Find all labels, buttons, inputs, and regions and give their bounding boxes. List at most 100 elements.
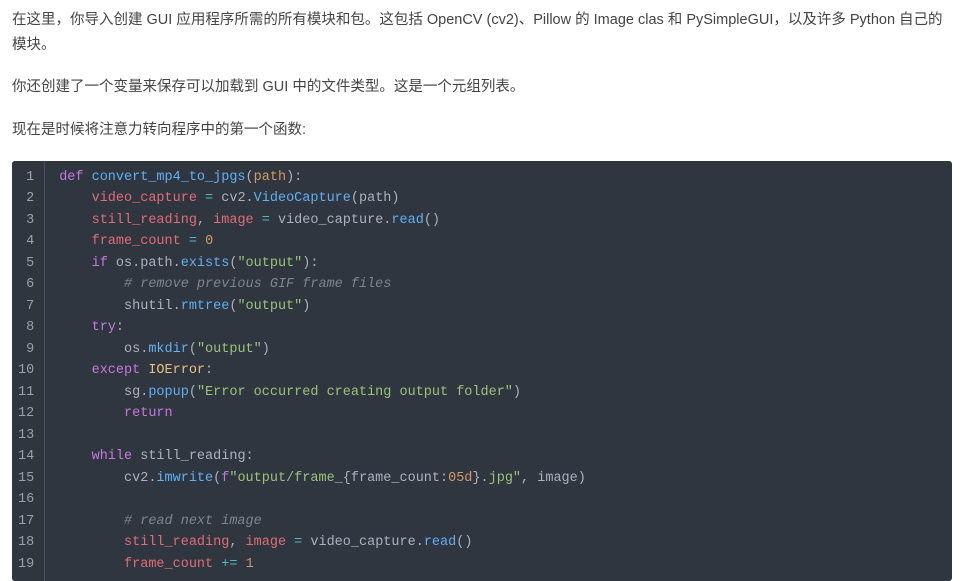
line-number: 5 — [18, 253, 34, 275]
token-num: 05d — [448, 471, 472, 486]
code-line: still_reading, image = video_capture.rea… — [59, 210, 938, 232]
code-line: frame_count = 0 — [59, 231, 938, 253]
token-op: = — [189, 234, 197, 249]
code-line — [59, 425, 938, 447]
token-str: "output" — [197, 342, 262, 357]
token-ident: video_capture — [92, 191, 197, 206]
line-number: 3 — [18, 210, 34, 232]
token-plain — [197, 191, 205, 206]
token-plain — [254, 213, 262, 228]
token-plain: () — [424, 213, 440, 228]
code-line: # read next image — [59, 511, 938, 533]
token-plain: ) — [513, 385, 521, 400]
line-number: 9 — [18, 339, 34, 361]
token-member: rmtree — [181, 299, 230, 314]
token-num: 0 — [205, 234, 213, 249]
token-plain: sg. — [124, 385, 148, 400]
token-str: "output" — [237, 299, 302, 314]
line-number: 4 — [18, 231, 34, 253]
token-plain: ( — [189, 342, 197, 357]
token-plain — [181, 234, 189, 249]
code-body[interactable]: def convert_mp4_to_jpgs(path): video_cap… — [45, 161, 952, 581]
line-number: 17 — [18, 511, 34, 533]
token-ident: frame_count — [124, 557, 213, 572]
code-line: while still_reading: — [59, 446, 938, 468]
token-plain: os.path. — [108, 256, 181, 271]
code-line: if os.path.exists("output"): — [59, 253, 938, 275]
token-comment: # remove previous GIF frame files — [124, 277, 391, 292]
token-member: read — [424, 535, 456, 550]
line-number: 13 — [18, 425, 34, 447]
token-member: VideoCapture — [254, 191, 351, 206]
token-plain — [237, 557, 245, 572]
token-num: 1 — [246, 557, 254, 572]
line-number: 18 — [18, 532, 34, 554]
token-comment: # read next image — [124, 514, 262, 529]
token-ident: image — [213, 213, 254, 228]
code-line: os.mkdir("output") — [59, 339, 938, 361]
token-plain: : — [205, 363, 213, 378]
token-str: .jpg" — [481, 471, 522, 486]
token-kw: return — [124, 406, 173, 421]
token-plain: , image) — [521, 471, 586, 486]
token-param: path — [254, 170, 286, 185]
token-plain: {frame_count: — [343, 471, 448, 486]
token-member: popup — [148, 385, 189, 400]
line-number: 1 — [18, 167, 34, 189]
code-line: def convert_mp4_to_jpgs(path): — [59, 167, 938, 189]
token-plain: , — [229, 535, 245, 550]
token-str: "Error occurred creating output folder" — [197, 385, 513, 400]
token-plain: , — [197, 213, 213, 228]
token-ident: frame_count — [92, 234, 181, 249]
token-plain — [286, 535, 294, 550]
token-ident: still_reading — [92, 213, 197, 228]
code-line — [59, 489, 938, 511]
token-kw: if — [92, 256, 108, 271]
code-line: frame_count += 1 — [59, 554, 938, 576]
token-plain: ): — [302, 256, 318, 271]
token-member: mkdir — [148, 342, 189, 357]
token-plain: still_reading: — [132, 449, 254, 464]
token-member: read — [391, 213, 423, 228]
code-line: # remove previous GIF frame files — [59, 274, 938, 296]
paragraph-3: 现在是时候将注意力转向程序中的第一个函数: — [12, 118, 952, 143]
token-plain: ) — [262, 342, 270, 357]
code-line: cv2.imwrite(f"output/frame_{frame_count:… — [59, 468, 938, 490]
token-plain — [197, 234, 205, 249]
token-member: exists — [181, 256, 230, 271]
code-line: video_capture = cv2.VideoCapture(path) — [59, 188, 938, 210]
token-ident: still_reading — [124, 535, 229, 550]
line-number: 14 — [18, 446, 34, 468]
code-line: still_reading, image = video_capture.rea… — [59, 532, 938, 554]
code-line: try: — [59, 317, 938, 339]
line-number: 15 — [18, 468, 34, 490]
token-plain: ) — [302, 299, 310, 314]
token-str: "output" — [237, 256, 302, 271]
token-plain: video_capture. — [302, 535, 424, 550]
line-number: 7 — [18, 296, 34, 318]
token-kw: try — [92, 320, 116, 335]
token-plain: cv2. — [124, 471, 156, 486]
line-number: 10 — [18, 360, 34, 382]
code-gutter: 12345678910111213141516171819 — [12, 161, 45, 581]
code-line: shutil.rmtree("output") — [59, 296, 938, 318]
token-kw: while — [92, 449, 133, 464]
line-number: 16 — [18, 489, 34, 511]
token-member: imwrite — [156, 471, 213, 486]
line-number: 6 — [18, 274, 34, 296]
line-number: 2 — [18, 188, 34, 210]
token-plain: cv2. — [213, 191, 254, 206]
token-op: += — [221, 557, 237, 572]
token-plain: : — [116, 320, 124, 335]
line-number: 11 — [18, 382, 34, 404]
line-number: 12 — [18, 403, 34, 425]
token-str: "output/frame_ — [229, 471, 342, 486]
code-line: sg.popup("Error occurred creating output… — [59, 382, 938, 404]
token-op: = — [262, 213, 270, 228]
paragraph-2: 你还创建了一个变量来保存可以加载到 GUI 中的文件类型。这是一个元组列表。 — [12, 75, 952, 100]
token-plain: ( — [189, 385, 197, 400]
token-op: = — [205, 191, 213, 206]
token-kw: def — [59, 170, 91, 185]
code-block: 12345678910111213141516171819 def conver… — [12, 161, 952, 581]
token-plain: ( — [246, 170, 254, 185]
